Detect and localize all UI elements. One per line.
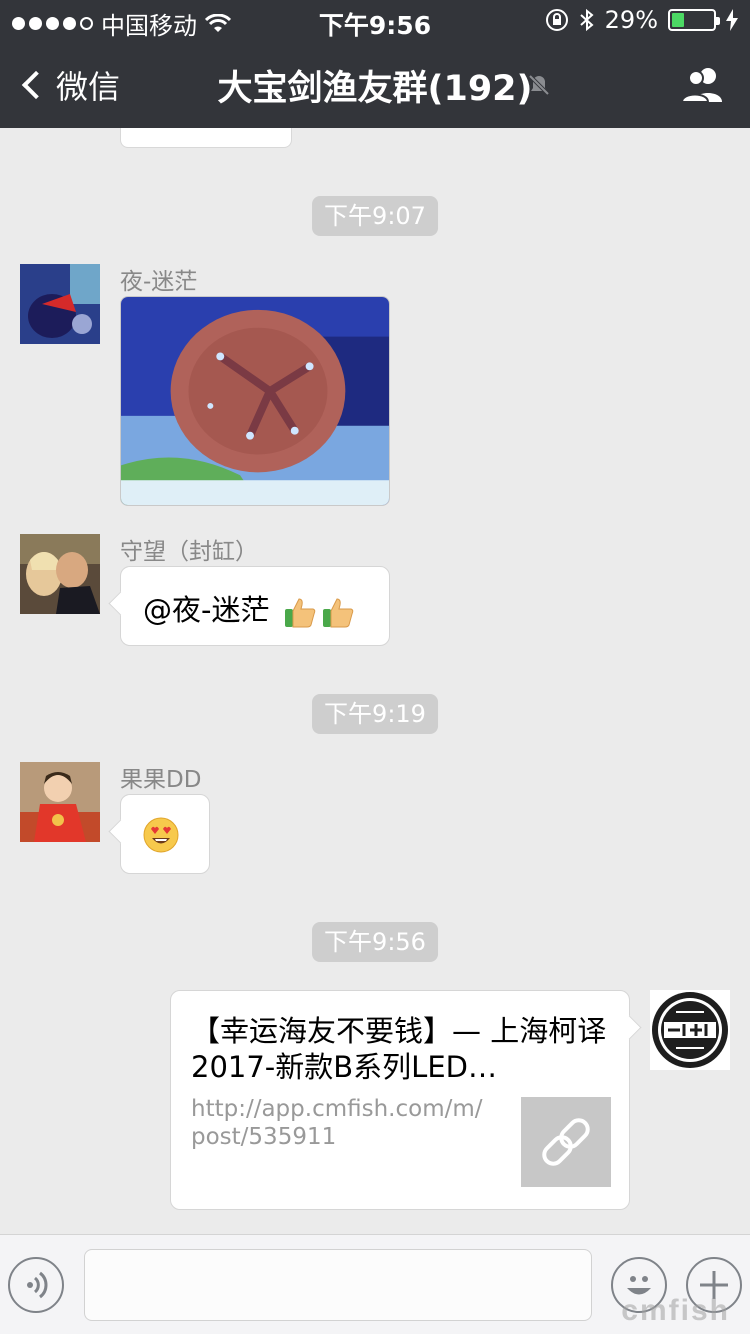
battery-percent: 29%: [604, 6, 658, 34]
thumbs-up-emoji-icon: [322, 598, 353, 628]
link-card-bubble[interactable]: 【幸运海友不要钱】— 上海柯译2017-新款B系列LED… http://app…: [170, 990, 630, 1210]
sender-name: 夜-迷茫: [120, 269, 198, 295]
my-avatar[interactable]: [650, 990, 730, 1070]
mute-bell-icon: [528, 74, 550, 96]
timestamp: 下午9:56: [312, 922, 438, 962]
avatar[interactable]: [20, 534, 100, 614]
link-url: http://app.cmfish.com/m/post/535911: [191, 1096, 483, 1150]
message-text: @夜-迷茫: [143, 593, 279, 627]
watermark: cmfish: [621, 1294, 730, 1327]
emoji-message-bubble[interactable]: [120, 794, 210, 874]
link-title: 【幸运海友不要钱】— 上海柯译2017-新款B系列LED…: [191, 1014, 607, 1084]
charging-icon: [726, 9, 738, 31]
top-bar: 中国移动 下午9:56 29% 微信 大宝剑渔友群(192): [0, 0, 750, 128]
sender-name: 果果DD: [120, 767, 202, 793]
group-members-icon[interactable]: [680, 64, 726, 104]
avatar[interactable]: [20, 264, 100, 344]
thumbs-up-emoji-icon: [284, 598, 315, 628]
voice-icon: [27, 1271, 48, 1299]
previous-message-bubble[interactable]: [120, 128, 292, 148]
sender-name: 守望（封缸）: [120, 539, 258, 565]
battery-icon: [668, 9, 720, 31]
image-message[interactable]: [120, 296, 390, 506]
timestamp: 下午9:19: [312, 694, 438, 734]
timestamp: 下午9:07: [312, 196, 438, 236]
heart-eyes-emoji-icon: [143, 817, 179, 853]
chat-title: 大宝剑渔友群(192): [217, 69, 533, 109]
avatar[interactable]: [20, 762, 100, 842]
orientation-lock-icon: [545, 9, 568, 31]
chat-area[interactable]: 下午9:07 夜-迷茫 守望（封缸） @夜-迷茫 下午9:19 果果DD 下午9…: [0, 128, 750, 1234]
bluetooth-icon: [579, 8, 594, 32]
nav-bar: 微信 大宝剑渔友群(192): [0, 40, 750, 128]
input-bar: cmfish: [0, 1234, 750, 1334]
voice-input-button[interactable]: [8, 1257, 64, 1313]
status-bar: 中国移动 下午9:56 29%: [0, 0, 750, 40]
text-message-bubble[interactable]: @夜-迷茫: [120, 566, 390, 646]
message-input[interactable]: [84, 1249, 592, 1321]
battery-level-fill: [672, 13, 684, 27]
link-icon: [521, 1097, 611, 1187]
